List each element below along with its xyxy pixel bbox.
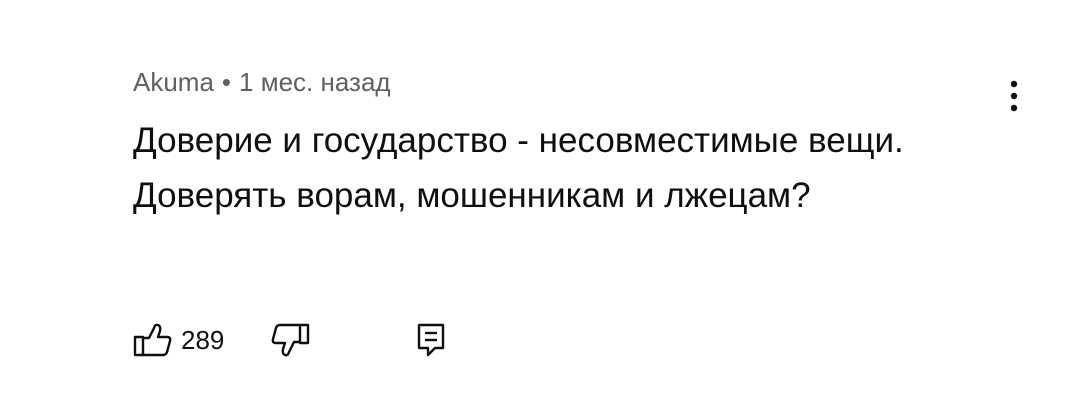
like-count: 289 xyxy=(181,325,225,355)
more-vert-icon xyxy=(1010,76,1018,116)
reply-button[interactable] xyxy=(416,322,446,358)
dislike-button[interactable] xyxy=(270,322,310,358)
comment-timestamp[interactable]: 1 мес. назад xyxy=(239,67,391,97)
thumb-up-icon xyxy=(133,322,173,358)
comment-actions: 289 xyxy=(133,318,446,362)
comment-text: Доверие и государство - несовместимые ве… xyxy=(133,121,904,215)
author-name[interactable]: Akuma xyxy=(133,67,214,97)
like-button[interactable]: 289 xyxy=(133,322,224,358)
thumb-down-icon xyxy=(270,322,310,358)
comment-item: Akuma • 1 мес. назад Доверие и государство… xyxy=(0,0,1080,410)
comment-icon xyxy=(416,322,446,358)
meta-separator: • xyxy=(221,67,232,97)
comment-meta: Akuma • 1 мес. назад xyxy=(133,66,391,98)
comment-menu-button[interactable] xyxy=(998,74,1030,118)
